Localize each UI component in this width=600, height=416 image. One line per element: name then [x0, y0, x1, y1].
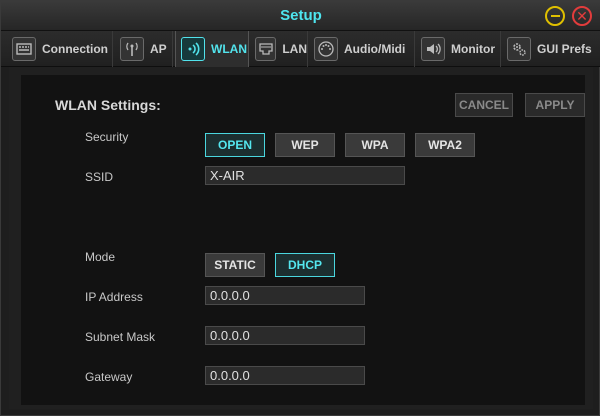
cancel-button[interactable]: CANCEL — [455, 93, 513, 117]
security-wep-button[interactable]: WEP — [275, 133, 335, 157]
mode-label: Mode — [85, 250, 116, 264]
tab-label: Connection — [42, 42, 108, 56]
tab-monitor[interactable]: Monitor — [416, 31, 501, 67]
tab-label: Monitor — [451, 42, 495, 56]
tab-connection[interactable]: Connection — [7, 31, 113, 67]
security-wpa2-button[interactable]: WPA2 — [415, 133, 475, 157]
ssid-field[interactable]: X-AIR — [205, 166, 405, 185]
security-open-button[interactable]: OPEN — [205, 133, 265, 157]
close-icon[interactable]: ✕ — [572, 6, 592, 26]
tab-label: GUI Prefs — [537, 42, 592, 56]
subnet-mask-label: Subnet Mask — [85, 330, 156, 344]
subnet-mask-field[interactable]: 0.0.0.0 — [205, 326, 365, 345]
tab-ap[interactable]: AP — [115, 31, 173, 67]
mode-dhcp-button[interactable]: DHCP — [275, 253, 335, 277]
security-label: Security — [85, 130, 129, 144]
tab-gui-prefs[interactable]: GUI Prefs — [502, 31, 600, 67]
ethernet-port-icon — [255, 37, 277, 61]
security-wpa-button[interactable]: WPA — [345, 133, 405, 157]
tab-bar: Connection AP WLAN LAN Audio/Midi Monito… — [1, 31, 600, 67]
gateway-label: Gateway — [85, 370, 133, 384]
tab-label: LAN — [282, 42, 307, 56]
ssid-label: SSID — [85, 170, 114, 184]
minimize-icon[interactable] — [545, 6, 565, 26]
tab-label: Audio/Midi — [344, 42, 406, 56]
midi-connector-icon — [314, 37, 338, 61]
tab-lan[interactable]: LAN — [250, 31, 308, 67]
ip-address-field[interactable]: 0.0.0.0 — [205, 286, 365, 305]
speaker-icon — [421, 37, 445, 61]
gateway-field[interactable]: 0.0.0.0 — [205, 366, 365, 385]
tab-label: WLAN — [211, 42, 247, 56]
section-title: WLAN Settings: — [55, 97, 161, 113]
antenna-icon — [120, 37, 144, 61]
gears-icon — [507, 37, 531, 61]
setup-window: Setup ✕ Connection AP WLAN LAN Audio/Mid… — [0, 0, 600, 416]
apply-button[interactable]: APPLY — [525, 93, 585, 117]
window-title: Setup — [280, 7, 322, 24]
connection-icon — [12, 37, 36, 61]
title-bar: Setup ✕ — [1, 1, 600, 31]
tab-wlan[interactable]: WLAN — [175, 31, 249, 67]
mode-static-button[interactable]: STATIC — [205, 253, 265, 277]
wlan-settings-area: WLAN Settings: CANCEL APPLY Security OPE… — [9, 67, 593, 409]
tab-label: AP — [150, 42, 167, 56]
wlan-settings-panel: WLAN Settings: CANCEL APPLY Security OPE… — [21, 75, 585, 405]
ip-address-label: IP Address — [85, 290, 143, 304]
tab-audio-midi[interactable]: Audio/Midi — [309, 31, 415, 67]
wifi-icon — [181, 37, 205, 61]
